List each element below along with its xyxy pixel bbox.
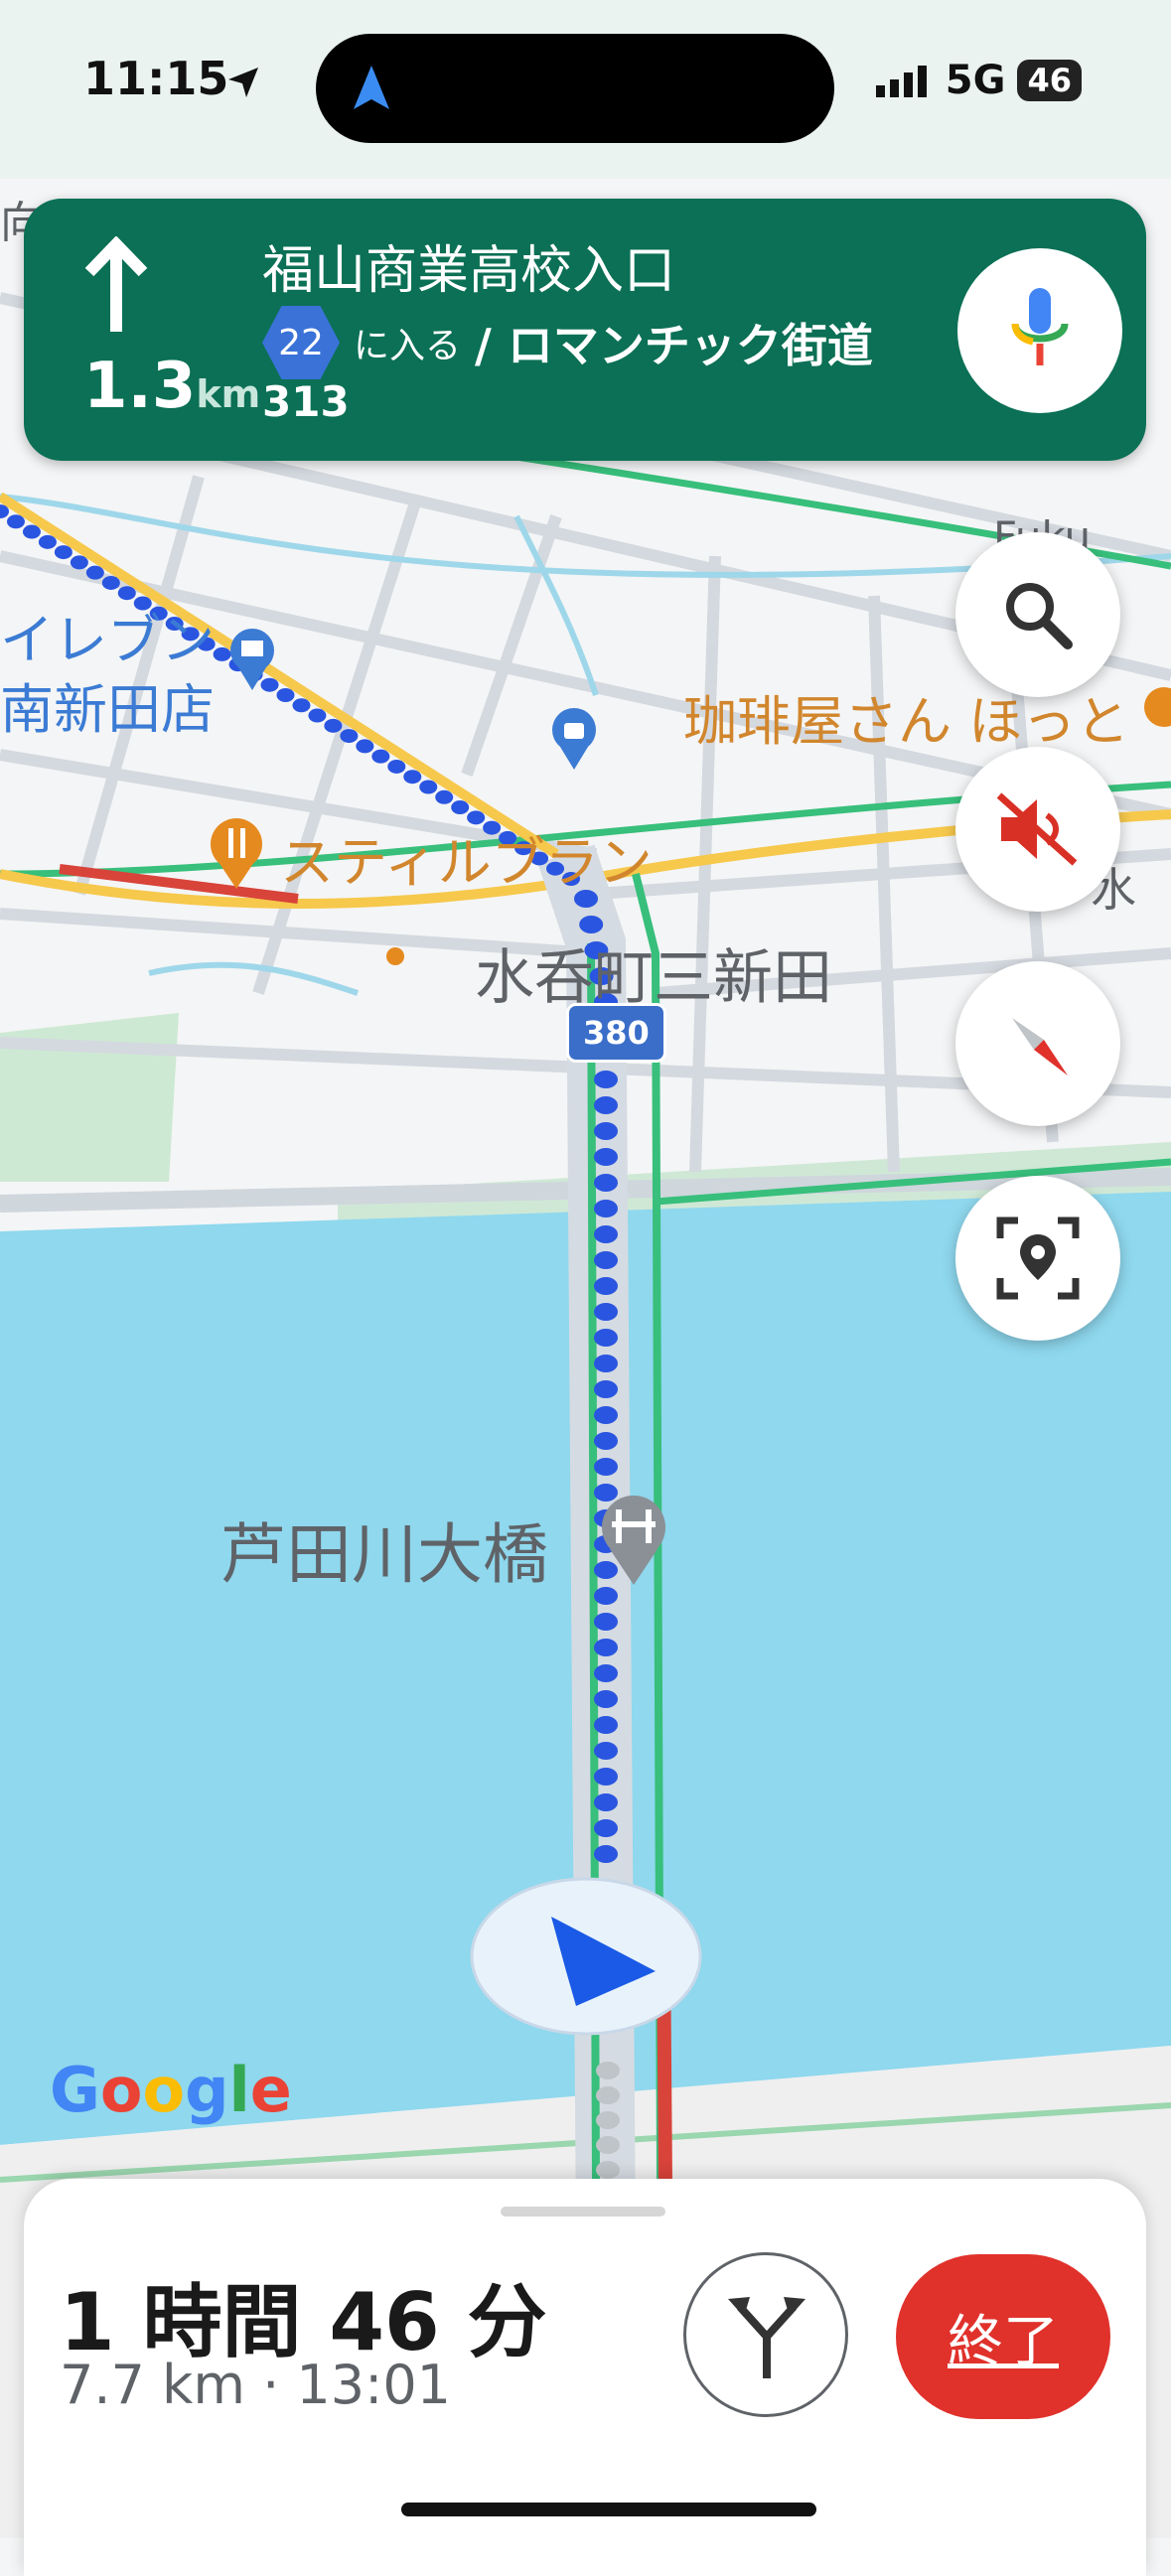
report-location-icon — [996, 1216, 1080, 1300]
route-dot — [594, 1793, 618, 1811]
route-dot — [371, 749, 390, 764]
route-dot — [594, 1716, 618, 1734]
compass-button[interactable] — [955, 961, 1120, 1126]
distance-to-turn: 1.3km — [83, 350, 260, 423]
route-dot — [594, 1225, 618, 1243]
status-indicators: 5G 46 — [875, 58, 1082, 103]
route-dot — [594, 1613, 618, 1631]
route-shield: 22 — [262, 306, 340, 379]
map-label-convenience-store-branch: 南新田店 — [0, 678, 215, 741]
route-dot — [308, 708, 327, 723]
sheet-drag-handle[interactable] — [501, 2207, 665, 2217]
mute-icon — [996, 792, 1078, 866]
map-label-restaurant[interactable]: スティルブラン — [280, 818, 653, 897]
map-label-bridge[interactable]: 芦田川大橋 — [220, 1502, 548, 1597]
distance-and-arrival: 7.7 km · 13:01 — [60, 2354, 452, 2416]
route-dot — [594, 1329, 618, 1347]
route-dot — [594, 1819, 618, 1837]
end-navigation-button[interactable]: 終了 — [896, 2254, 1110, 2419]
dynamic-island — [316, 34, 834, 143]
route-dot — [70, 555, 88, 570]
location-services-icon — [228, 68, 258, 97]
route-dot — [594, 1406, 618, 1424]
battery-level: 46 — [1017, 60, 1082, 101]
google-logo: Google — [50, 2054, 292, 2126]
route-dot — [387, 759, 406, 774]
route-dot — [594, 1251, 618, 1269]
compass-icon — [1012, 1018, 1068, 1075]
route-dot — [324, 718, 343, 733]
route-dot — [292, 698, 311, 713]
route-dot — [594, 1690, 618, 1708]
signal-strength-icon — [875, 66, 927, 97]
distance-value: 1.3 — [83, 350, 197, 423]
route-dot — [594, 1664, 618, 1682]
route-dot — [594, 1587, 618, 1605]
trip-summary-sheet[interactable]: 1 時間 46 分 7.7 km · 13:01 終了 — [24, 2179, 1146, 2576]
route-dot — [594, 1639, 618, 1656]
route-dot — [403, 770, 422, 785]
next-street-name: 福山商業高校入口 — [262, 241, 676, 301]
voice-search-button[interactable] — [957, 248, 1122, 413]
route-dot — [594, 1355, 618, 1372]
network-type: 5G — [945, 58, 1006, 103]
route-dot — [451, 800, 470, 815]
route-dot — [594, 1742, 618, 1760]
enter-text: に入る — [354, 326, 462, 366]
search-icon — [1006, 583, 1073, 649]
route-dot — [54, 545, 73, 560]
map-label-convenience-store: イレブン — [0, 609, 215, 671]
route-dot — [594, 1458, 618, 1476]
route-dot — [594, 1122, 618, 1140]
report-button[interactable] — [955, 1176, 1120, 1341]
route-instruction: 22 に入る / ロマンチック街道 — [262, 306, 873, 379]
route-dot — [594, 1303, 618, 1321]
navigation-arrow-icon — [354, 66, 389, 109]
route-number-badge: 380 — [566, 1003, 666, 1063]
route-dot — [594, 1277, 618, 1295]
arrow-up-icon — [84, 236, 148, 332]
route-dot — [594, 1096, 618, 1114]
route-dot — [85, 565, 104, 580]
route-dot — [594, 1200, 618, 1217]
search-button[interactable] — [955, 532, 1120, 697]
navigation-banner[interactable]: 1.3km 福山商業高校入口 22 に入る / ロマンチック街道 313 — [24, 199, 1146, 461]
route-dot — [213, 646, 231, 661]
route-dot — [594, 1484, 618, 1502]
route-dot — [6, 514, 25, 529]
route-options-button[interactable] — [683, 2252, 848, 2417]
poi-dot-icon — [386, 947, 404, 965]
distance-unit: km — [196, 372, 261, 416]
route-dot — [594, 1845, 618, 1863]
route-dot — [419, 780, 438, 794]
microphone-icon — [1011, 288, 1069, 365]
home-indicator[interactable] — [401, 2503, 816, 2516]
route-dot — [340, 729, 359, 744]
route-dot — [594, 1380, 618, 1398]
route-dot — [356, 739, 374, 754]
route-dot — [594, 1432, 618, 1450]
mute-button[interactable] — [955, 747, 1120, 912]
route-dot — [101, 575, 120, 590]
route-dot — [594, 1071, 618, 1088]
route-dot — [594, 1768, 618, 1786]
route-dot — [594, 1561, 618, 1579]
secondary-route-number: 313 — [262, 377, 350, 426]
route-dot — [22, 524, 41, 539]
road-name: / ロマンチック街道 — [475, 319, 873, 372]
route-dot — [38, 534, 57, 549]
route-dot — [276, 688, 295, 702]
route-options-icon — [728, 2297, 805, 2378]
route-dot — [435, 789, 454, 804]
route-dot — [594, 1148, 618, 1166]
status-time: 11:15 — [83, 52, 229, 105]
route-dot — [260, 677, 279, 692]
route-dot — [594, 1174, 618, 1192]
